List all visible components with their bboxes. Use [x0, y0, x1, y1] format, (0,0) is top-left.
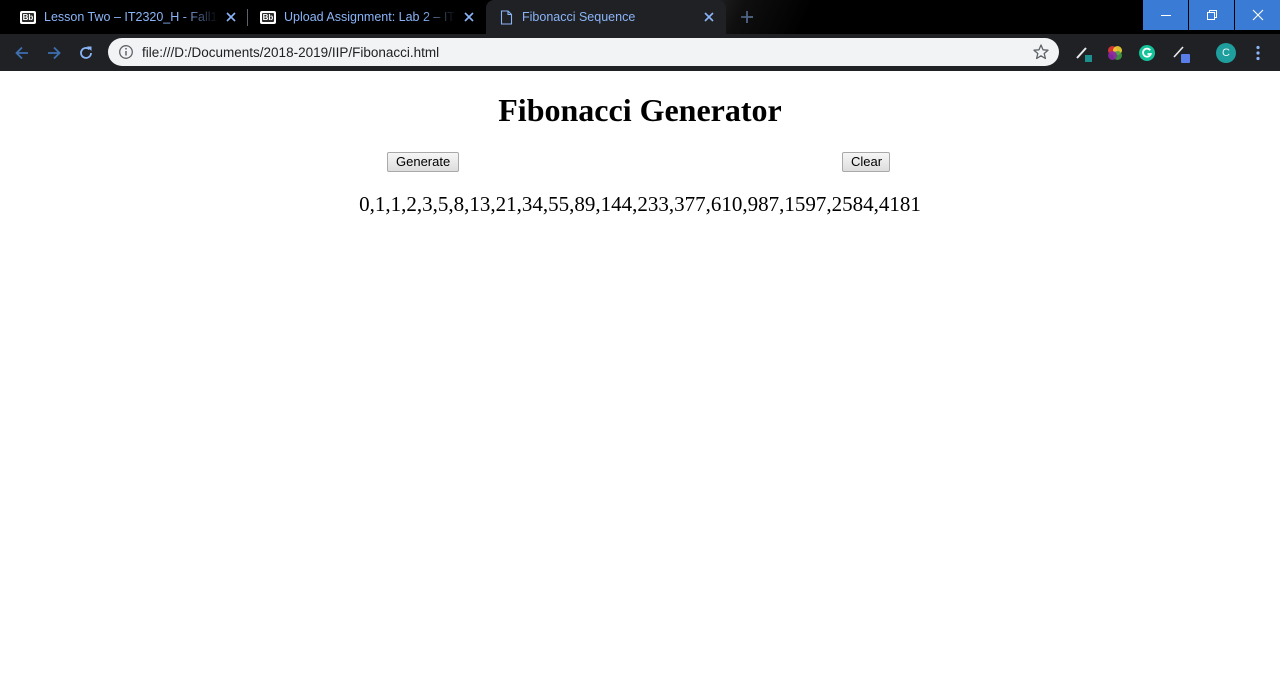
close-tab-icon[interactable] [702, 10, 716, 24]
arrow-right-icon [48, 46, 61, 60]
close-window-button[interactable] [1235, 0, 1280, 30]
close-icon [1252, 9, 1263, 21]
forward-button[interactable] [43, 42, 65, 64]
minimize-button[interactable] [1143, 0, 1188, 30]
page-content: Fibonacci Generator Generate Clear 0,1,1… [0, 71, 1280, 675]
close-tab-icon[interactable] [462, 10, 476, 24]
restore-button[interactable] [1189, 0, 1234, 30]
blackboard-favicon-icon: Bb [20, 10, 36, 24]
grammarly-extension-icon[interactable] [1137, 43, 1157, 63]
tab-title: Upload Assignment: Lab 2 – IT2320 [284, 10, 456, 24]
generate-button[interactable]: Generate [387, 152, 459, 172]
blackboard-favicon-icon: Bb [260, 10, 276, 24]
bookmark-star-icon[interactable] [1032, 43, 1050, 61]
minimize-icon [1160, 15, 1171, 16]
restore-icon [1206, 10, 1217, 20]
page-title: Fibonacci Generator [498, 92, 782, 128]
clear-button[interactable]: Clear [842, 152, 890, 172]
browser-chrome: Bb Lesson Two – IT2320_H - Fall18 - Bb U… [0, 0, 1280, 71]
tab-title: Lesson Two – IT2320_H - Fall18 - [44, 10, 218, 24]
extension-pen-icon[interactable] [1073, 43, 1093, 63]
back-button[interactable] [11, 42, 33, 64]
new-tab-plus-icon[interactable] [738, 8, 756, 26]
url-text[interactable]: file:///D:/Documents/2018-2019/IIP/Fibon… [142, 45, 1032, 60]
tab-title: Fibonacci Sequence [522, 10, 636, 24]
reload-button[interactable] [75, 42, 97, 64]
info-icon[interactable] [118, 44, 134, 60]
extension-color-wheel-icon[interactable] [1105, 43, 1125, 63]
more-menu-icon[interactable] [1251, 44, 1265, 62]
address-bar[interactable]: file:///D:/Documents/2018-2019/IIP/Fibon… [108, 38, 1059, 66]
tab-fibonacci-sequence[interactable]: Fibonacci Sequence [486, 0, 726, 34]
document-icon [500, 9, 513, 25]
tab-lesson-two[interactable]: Bb Lesson Two – IT2320_H - Fall18 - [8, 0, 248, 34]
fibonacci-output: 0,1,1,2,3,5,8,13,21,34,55,89,144,233,377… [359, 192, 921, 216]
close-tab-icon[interactable] [224, 10, 238, 24]
tab-strip: Bb Lesson Two – IT2320_H - Fall18 - Bb U… [0, 0, 1280, 34]
profile-avatar[interactable]: C [1216, 43, 1236, 63]
arrow-left-icon [15, 46, 28, 60]
extension-pen-blue-icon[interactable] [1171, 43, 1191, 63]
reload-icon [80, 46, 92, 59]
tab-upload-assignment[interactable]: Bb Upload Assignment: Lab 2 – IT2320 [248, 0, 486, 34]
